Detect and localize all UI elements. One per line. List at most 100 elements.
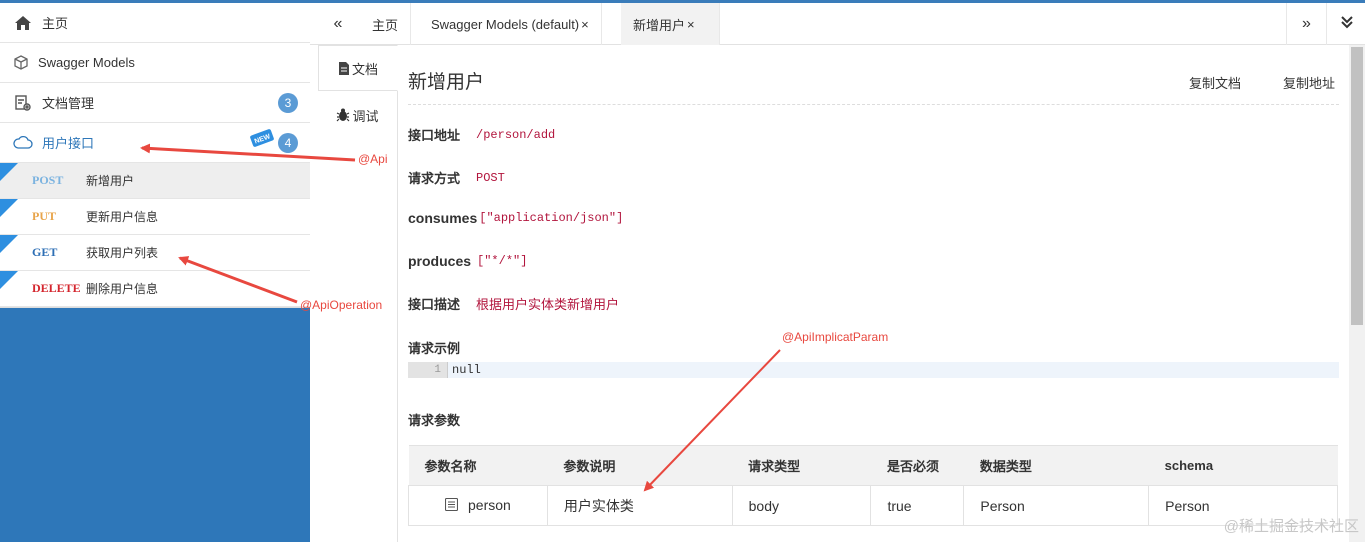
field-label: 请求示例 [408, 341, 461, 356]
cloud-api-icon [12, 132, 34, 154]
column-header: 数据类型 [963, 445, 1149, 486]
column-header: 参数名称 [408, 445, 548, 486]
method-label: DELETE [32, 281, 81, 295]
scrollbar[interactable] [1349, 45, 1365, 542]
field-label: 接口地址 [408, 128, 461, 143]
tab-label: 新增用户 [633, 17, 686, 33]
annotation-api-operation: @ApiOperation [300, 298, 383, 312]
param-name: person [468, 496, 511, 513]
field-label: 请求参数 [408, 413, 461, 428]
example-code-editor[interactable]: 1 null [408, 362, 1339, 378]
param-name-cell: person [408, 485, 548, 526]
tab-label: 主页 [372, 17, 399, 33]
method-label: PUT [32, 209, 56, 223]
params-table: 参数名称 参数说明 请求类型 是否必须 数据类型 schema person 用… [408, 445, 1338, 526]
operation-item-put[interactable]: PUT 更新用户信息 [0, 199, 310, 235]
tab-label: 文档 [351, 61, 378, 77]
sidebar-item-doc-management[interactable]: 文档管理 3 [0, 83, 310, 123]
watermark: @稀土掘金技术社区 [1223, 518, 1359, 535]
divider [408, 104, 1339, 105]
column-header: 是否必须 [870, 445, 964, 486]
sidebar-item-home[interactable]: 主页 [0, 3, 310, 43]
table-header-row: 参数名称 参数说明 请求类型 是否必须 数据类型 schema [408, 445, 1338, 486]
field-url: 接口地址 /person/add [408, 125, 555, 144]
settings-doc-icon [12, 92, 34, 114]
count-badge: 3 [278, 93, 298, 113]
line-number: 1 [408, 362, 448, 378]
column-header: 参数说明 [547, 445, 733, 486]
field-label: 接口描述 [408, 297, 461, 312]
vertical-tabs: 文档 调试 [318, 45, 398, 542]
new-corner-icon [0, 271, 18, 292]
field-description: 接口描述 根据用户实体类新增用户 [408, 294, 619, 313]
list-icon [444, 498, 459, 514]
method-label: GET [32, 245, 58, 259]
operation-item-delete[interactable]: DELETE 删除用户信息 [0, 271, 310, 307]
field-value: ["*/*"] [477, 254, 528, 268]
new-corner-icon [0, 235, 18, 256]
field-example: 请求示例 [408, 338, 460, 357]
tab-home[interactable]: 主页 [360, 3, 412, 45]
home-icon [12, 12, 34, 34]
tab-add-user[interactable]: 新增用户 × [621, 3, 720, 45]
code-line: null [452, 363, 481, 377]
field-value: 根据用户实体类新增用户 [476, 297, 620, 312]
annotation-api: @Api [358, 152, 388, 166]
document-icon [338, 61, 350, 75]
operation-label: 新增用户 [86, 174, 135, 188]
operation-item-get[interactable]: GET 获取用户列表 [0, 235, 310, 271]
tab-doc[interactable]: 文档 [318, 45, 398, 91]
tabs-scroll-right-button[interactable]: » [1286, 3, 1326, 45]
tabs-menu-button[interactable] [1326, 3, 1365, 45]
param-in-cell: body [731, 485, 872, 526]
operation-label: 获取用户列表 [86, 246, 159, 260]
sidebar-item-label: 文档管理 [42, 96, 95, 111]
sidebar-item-swagger-models[interactable]: Swagger Models [0, 43, 310, 83]
field-method: 请求方式 POST [408, 168, 505, 187]
sidebar-item-user-api[interactable]: 用户接口 NEW 4 [0, 123, 310, 163]
field-produces: produces ["*/*"] [408, 253, 527, 269]
operation-label: 更新用户信息 [86, 210, 159, 224]
field-value: /person/add [476, 127, 556, 142]
field-value: ["application/json"] [479, 211, 624, 225]
bug-icon [336, 108, 350, 122]
page-title: 新增用户 [408, 72, 485, 93]
sidebar-menu: 主页 Swagger Models 文档管理 3 用户接口 NEW 4 [0, 3, 310, 163]
tab-swagger-models[interactable]: Swagger Models (default) × [419, 3, 602, 45]
operation-list: POST 新增用户 PUT 更新用户信息 GET 获取用户列表 DELETE 删… [0, 163, 310, 308]
sidebar-item-label: 用户接口 [42, 136, 95, 151]
count-badge: 4 [278, 133, 298, 153]
sidebar: 主页 Swagger Models 文档管理 3 用户接口 NEW 4 POST… [0, 3, 310, 542]
sidebar-item-label: 主页 [42, 16, 69, 31]
field-label: produces [408, 253, 472, 269]
copy-url-button[interactable]: 复制地址 [1283, 73, 1335, 92]
field-params: 请求参数 [408, 410, 460, 429]
operation-label: 删除用户信息 [86, 282, 159, 296]
new-corner-icon [0, 163, 18, 184]
tab-debug[interactable]: 调试 [318, 93, 397, 137]
scrollbar-thumb[interactable] [1351, 47, 1363, 325]
copy-doc-button[interactable]: 复制文档 [1189, 73, 1241, 92]
close-icon[interactable]: × [581, 17, 589, 32]
annotation-api-implicit-param: @ApiImplicatParam [782, 330, 889, 344]
field-label: 请求方式 [408, 171, 461, 186]
column-header: 请求类型 [732, 445, 871, 486]
column-header: schema [1148, 445, 1338, 486]
param-required-cell: true [870, 485, 965, 526]
method-label: POST [32, 173, 64, 187]
chevron-double-down-icon [1340, 15, 1354, 34]
new-tag-icon: NEW [250, 127, 274, 152]
param-desc-cell: 用户实体类 [546, 485, 733, 526]
new-corner-icon [0, 199, 18, 220]
field-consumes: consumes ["application/json"] [408, 210, 623, 226]
cubes-icon [10, 52, 32, 74]
field-label: consumes [408, 210, 478, 226]
close-icon[interactable]: × [687, 17, 695, 32]
param-type-cell: Person [963, 485, 1150, 526]
tab-label: Swagger Models (default) [431, 16, 580, 32]
operation-doc-panel: 新增用户 复制文档 复制地址 接口地址 /person/add 请求方式 POS… [408, 45, 1339, 542]
tabs-scroll-left-button[interactable]: « [318, 3, 358, 45]
field-value: POST [476, 170, 505, 185]
sidebar-item-label: Swagger Models [38, 55, 135, 70]
operation-item-post[interactable]: POST 新增用户 [0, 163, 310, 199]
